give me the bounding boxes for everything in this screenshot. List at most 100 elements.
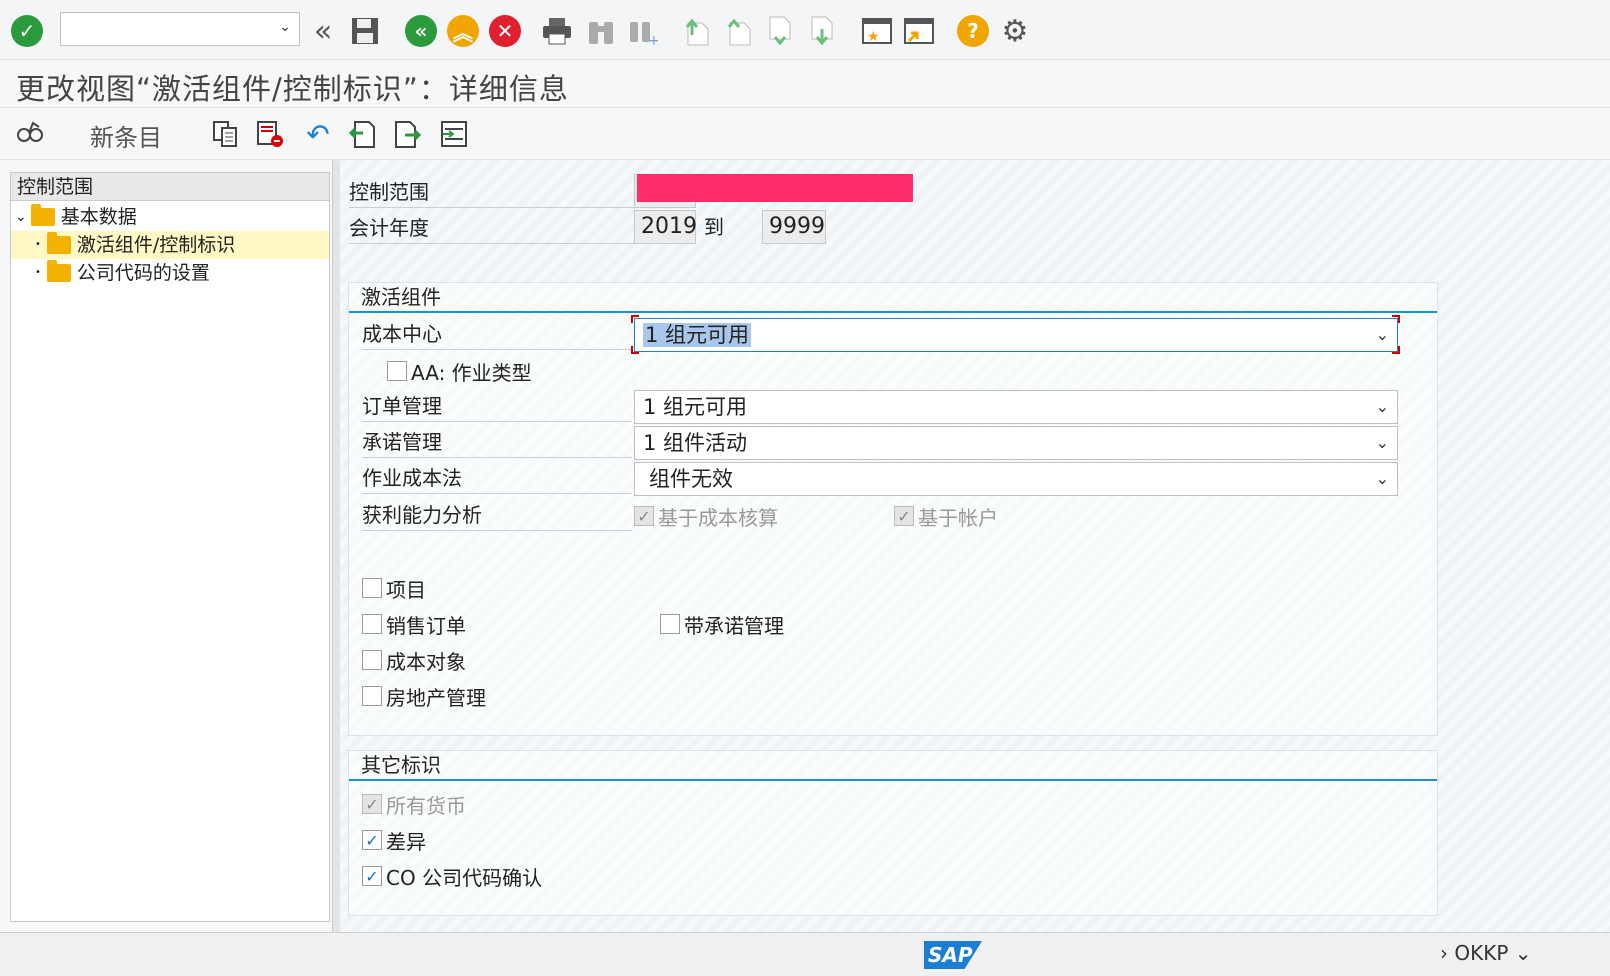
costing-based-checkbox: ✓ 基于成本核算 [634, 502, 778, 530]
checkbox-label: CO 公司代码确认 [386, 865, 543, 890]
checkbox-box[interactable] [660, 614, 680, 634]
checkbox-label: 基于帐户 [918, 505, 998, 530]
exit-icon[interactable]: ︽ [446, 14, 480, 48]
new-entries-button[interactable]: 新条目 [90, 118, 162, 153]
checkbox-box[interactable] [362, 650, 382, 670]
all-currencies-checkbox: ✓ 所有货币 [362, 790, 466, 818]
activity-based-costing-value: 组件无效 [649, 467, 733, 491]
next-entry-icon[interactable] [392, 118, 424, 150]
next-page-icon[interactable] [764, 14, 798, 48]
chevron-down-icon[interactable]: ⌄ [1515, 941, 1532, 965]
previous-entry-icon[interactable] [346, 118, 378, 150]
checkbox-label: 成本对象 [386, 649, 466, 674]
transaction-code-text: OKKP [1454, 941, 1509, 965]
tree-item-activate-components[interactable]: • 激活组件/控制标识 [11, 231, 329, 259]
cost-center-label: 成本中心 [362, 318, 632, 350]
fiscal-year-to-field: 9999 [762, 210, 826, 244]
previous-page-icon[interactable] [722, 14, 756, 48]
select-block-icon[interactable] [438, 118, 470, 150]
last-page-icon[interactable] [806, 14, 840, 48]
folder-icon [30, 204, 55, 226]
real-estate-checkbox[interactable]: 房地产管理 [362, 682, 486, 710]
cancel-icon[interactable]: ✕ [488, 14, 522, 48]
fiscal-year-label: 会计年度 [349, 212, 635, 244]
save-icon[interactable] [348, 14, 382, 48]
first-page-icon[interactable] [680, 14, 714, 48]
order-management-dropdown[interactable]: 1 组元可用 ⌄ [634, 390, 1398, 424]
tree-item-company-code-settings[interactable]: • 公司代码的设置 [35, 259, 210, 287]
svg-text:★: ★ [867, 29, 880, 45]
checkbox-label: 带承诺管理 [684, 613, 784, 638]
print-icon[interactable] [540, 14, 574, 48]
redaction-bar [637, 174, 913, 202]
checkbox-label: 销售订单 [386, 613, 466, 638]
svg-text:+: + [648, 33, 658, 46]
checkbox-box[interactable] [362, 686, 382, 706]
command-field[interactable]: ⌄ [60, 12, 300, 46]
projects-checkbox[interactable]: 项目 [362, 574, 426, 602]
back-double-icon[interactable]: « [306, 14, 340, 49]
back-icon[interactable]: « [404, 14, 438, 48]
chevron-down-icon[interactable]: ⌄ [1376, 319, 1389, 351]
focus-corner [631, 346, 639, 354]
checkbox-box[interactable] [387, 361, 407, 381]
order-management-label: 订单管理 [362, 390, 632, 422]
aa-activity-type-checkbox[interactable]: AA: 作业类型 [387, 357, 532, 385]
co-company-code-validation-checkbox[interactable]: ✓ CO 公司代码确认 [362, 862, 542, 890]
checkbox-box: ✓ [362, 794, 382, 814]
help-icon[interactable]: ? [956, 14, 990, 48]
enter-icon[interactable]: ✓ [10, 14, 44, 48]
chevron-down-icon[interactable]: ⌄ [1376, 463, 1389, 495]
checkbox-box[interactable]: ✓ [362, 866, 382, 886]
chevron-down-icon[interactable]: ⌄ [279, 19, 291, 35]
commitment-management-dropdown[interactable]: 1 组件活动 ⌄ [634, 426, 1398, 460]
settings-icon[interactable]: ⚙ [998, 14, 1032, 49]
undo-icon[interactable]: ↶ [302, 118, 334, 151]
chevron-down-icon[interactable]: ⌄ [1376, 427, 1389, 459]
checkbox-label: AA: 作业类型 [411, 360, 532, 385]
fiscal-year-from-field: 2019 [634, 210, 697, 244]
checkbox-box[interactable] [362, 614, 382, 634]
checkbox-box[interactable]: ✓ [362, 830, 382, 850]
variances-checkbox[interactable]: ✓ 差异 [362, 826, 426, 854]
order-management-value: 1 组元可用 [643, 395, 748, 419]
profitability-analysis-label: 获利能力分析 [362, 499, 632, 531]
group-title: 激活组件 [361, 285, 441, 309]
other-indicators-group: 其它标识 [348, 750, 1438, 916]
activity-based-costing-dropdown[interactable]: 组件无效 ⌄ [634, 462, 1398, 496]
cost-center-dropdown[interactable]: 1 组元可用 ⌄ [634, 318, 1398, 352]
chevron-down-icon[interactable]: ⌄ [1376, 391, 1389, 423]
activity-based-costing-label: 作业成本法 [362, 462, 632, 494]
checkbox-box: ✓ [894, 506, 914, 526]
page-title: 更改视图“激活组件/控制标识”：详细信息 [16, 72, 569, 106]
open-folder-icon [46, 232, 71, 254]
dialog-structure-tree: 控制范围 ⌄ 基本数据 • 激活组件/控制标识 • 公司代码的设置 [10, 172, 330, 922]
display-change-icon[interactable] [14, 118, 46, 150]
shortcut-icon[interactable] [902, 14, 936, 48]
checkbox-box[interactable] [362, 578, 382, 598]
cost-objects-checkbox[interactable]: 成本对象 [362, 646, 466, 674]
create-session-icon[interactable]: ★ [860, 14, 894, 48]
focus-corner [631, 315, 639, 323]
tree-item-label: 公司代码的设置 [76, 262, 210, 284]
group-divider [349, 779, 1437, 781]
find-next-icon[interactable]: + [626, 14, 660, 48]
checkbox-label: 房地产管理 [386, 685, 486, 710]
focus-corner [1392, 346, 1400, 354]
status-bar: SAP › OKKP ⌄ [0, 932, 1610, 976]
application-toolbar: 新条目 ↶ [0, 108, 1610, 160]
copy-as-icon[interactable] [210, 118, 242, 150]
pane-splitter[interactable] [332, 160, 340, 932]
cost-center-value: 1 组元可用 [643, 323, 752, 347]
find-icon[interactable] [584, 14, 618, 48]
transaction-code[interactable]: › OKKP ⌄ [1440, 941, 1532, 965]
with-commitment-checkbox[interactable]: 带承诺管理 [660, 610, 784, 638]
checkbox-label: 基于成本核算 [658, 505, 778, 530]
group-divider [349, 311, 1437, 313]
delete-icon[interactable] [254, 118, 286, 150]
bullet-icon: • [35, 267, 41, 278]
tree-item-basic-data[interactable]: ⌄ 基本数据 [15, 203, 137, 231]
controlling-area-label: 控制范围 [349, 176, 635, 208]
sales-orders-checkbox[interactable]: 销售订单 [362, 610, 466, 638]
expand-icon[interactable]: ⌄ [15, 203, 27, 231]
